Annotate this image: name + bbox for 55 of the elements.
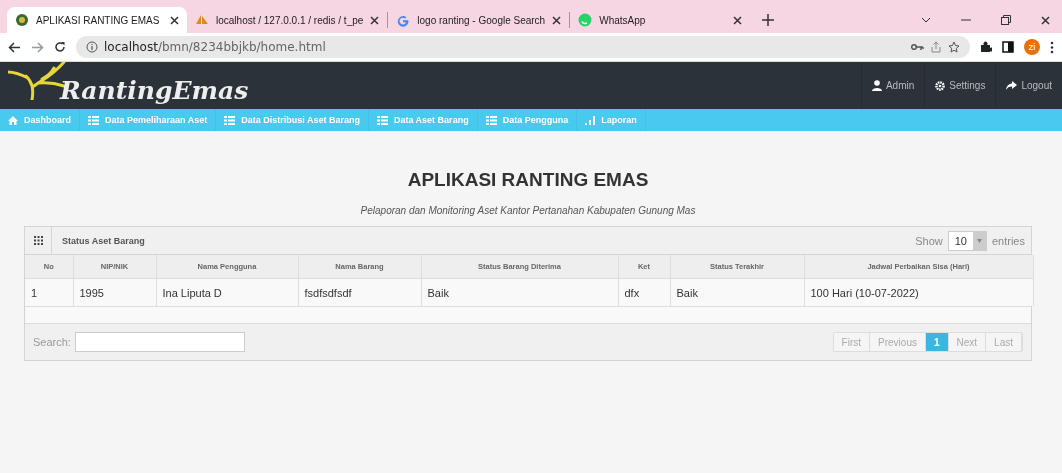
table-cell: fsdfsdfsdf xyxy=(298,278,421,306)
browser-tab[interactable]: WhatsApp xyxy=(570,7,751,33)
sailboat-icon xyxy=(195,14,209,26)
page-title: APLIKASI RANTING EMAS xyxy=(406,169,650,191)
table-cell: 1995 xyxy=(73,278,156,306)
address-bar[interactable]: localhost/bmn/8234bbjkb/home.html xyxy=(76,36,970,58)
list-icon xyxy=(88,115,99,125)
entries-label: entries xyxy=(991,234,1025,247)
close-icon[interactable] xyxy=(733,15,743,25)
caret-icon xyxy=(976,238,982,243)
google-icon xyxy=(396,13,411,27)
show-label: Show xyxy=(915,234,943,247)
info-icon xyxy=(86,41,98,53)
share-arrow-icon xyxy=(1006,81,1018,90)
profile-avatar[interactable]: zi xyxy=(1024,39,1040,55)
restore-icon[interactable] xyxy=(1001,15,1011,25)
globe-icon xyxy=(15,13,29,27)
menu-icon[interactable] xyxy=(1050,40,1054,54)
search-field[interactable] xyxy=(74,332,245,352)
user-icon xyxy=(871,80,882,91)
list-icon xyxy=(376,115,388,125)
key-icon[interactable] xyxy=(911,43,924,51)
forward-icon[interactable] xyxy=(31,41,44,53)
close-icon[interactable] xyxy=(370,15,380,25)
page-subtitle: Pelaporan dan Monitoring Aset Kantor Pertanahan Kabupaten Gunung Mas xyxy=(359,205,697,216)
browser-tab[interactable]: logo ranting - Google Search xyxy=(388,7,570,33)
table-cell: dfx xyxy=(618,278,670,306)
list-icon xyxy=(485,115,497,125)
side-panel-icon[interactable] xyxy=(1002,41,1014,53)
settings-icon xyxy=(935,80,946,91)
reload-icon[interactable] xyxy=(54,41,66,53)
table-cell: 100 Hari (10-07-2022) xyxy=(804,278,1033,306)
star-icon[interactable] xyxy=(948,41,960,53)
share-icon[interactable] xyxy=(930,41,942,53)
browser-tab[interactable]: localhost / 127.0.0.1 / redis / t_pe xyxy=(187,7,388,33)
grid-icon xyxy=(33,236,43,245)
home-icon xyxy=(8,115,18,125)
table-cell: Baik xyxy=(670,278,804,306)
close-icon[interactable] xyxy=(170,15,179,25)
close-icon[interactable] xyxy=(552,15,562,25)
search-label: Search: xyxy=(33,336,71,348)
brand-logo[interactable]: RantingEmas xyxy=(60,76,249,105)
chevron-down-icon[interactable] xyxy=(921,17,931,23)
new-tab-icon[interactable] xyxy=(762,14,775,26)
close-icon[interactable] xyxy=(1041,15,1050,25)
bar-chart-icon xyxy=(585,115,596,125)
panel-title: Status Aset Barang xyxy=(61,235,146,246)
back-icon[interactable] xyxy=(8,41,21,53)
table-cell: 1 xyxy=(25,278,73,306)
table-cell: Ina Liputa D xyxy=(156,278,298,306)
table-cell: Baik xyxy=(421,278,618,306)
page-size-select[interactable]: 10 xyxy=(947,230,987,251)
list-icon xyxy=(224,115,236,125)
browser-tab[interactable]: APLIKASI RANTING EMAS xyxy=(7,7,187,33)
chat-icon xyxy=(578,13,593,27)
